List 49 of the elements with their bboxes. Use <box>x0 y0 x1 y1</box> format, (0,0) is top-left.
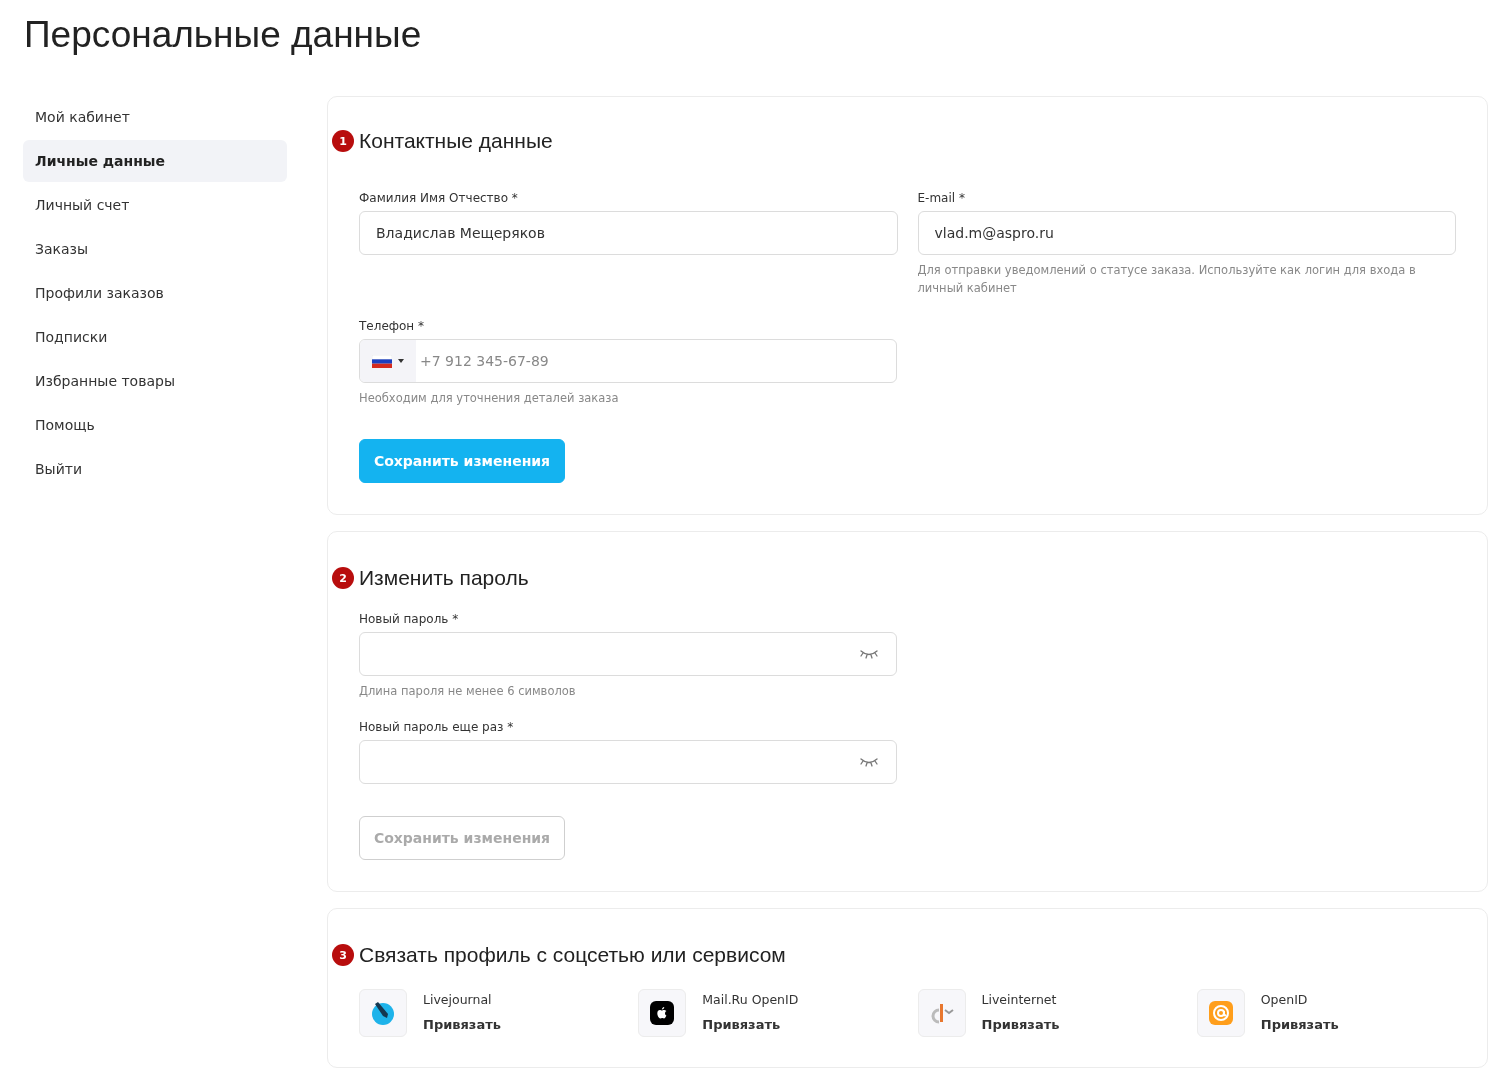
service-logo-tile[interactable] <box>359 989 407 1037</box>
password-input-field[interactable] <box>359 740 897 784</box>
apple-icon <box>650 1001 675 1025</box>
service-logo-tile[interactable] <box>638 989 687 1037</box>
pencil-circle-icon <box>371 1001 395 1025</box>
link-account-link[interactable]: Привязать <box>1260 1017 1339 1032</box>
phone-input-field[interactable]: +7 912 345-67-89 <box>359 339 897 383</box>
field-label: Фамилия Имя Отчество * <box>359 191 519 205</box>
name-input-field[interactable]: Владислав Мещеряков <box>359 211 898 255</box>
flag-icon <box>372 354 392 368</box>
country-selector[interactable] <box>360 340 416 382</box>
section-title: Изменить пароль <box>359 566 529 590</box>
caret-icon <box>398 359 404 363</box>
step-number-badge: 1 <box>332 130 354 152</box>
sidebar-item[interactable]: Помощь <box>23 404 287 446</box>
page-title: Персональные данные <box>24 13 423 57</box>
sidebar-item[interactable]: Подписки <box>23 316 287 358</box>
field-label: E-mail * <box>917 191 966 205</box>
section-title: Контактные данные <box>359 129 553 153</box>
sidebar-item[interactable]: Выйти <box>23 448 287 490</box>
sidebar-item[interactable]: Заказы <box>23 228 287 270</box>
section-title: Связать профиль с соцсетью или сервисом <box>359 943 786 967</box>
service-name: Mail.Ru OpenID <box>702 992 799 1007</box>
sidebar-item[interactable]: Личные данные <box>23 140 287 182</box>
service-logo-tile[interactable] <box>1196 989 1245 1037</box>
closed-eye-icon[interactable] <box>859 649 879 659</box>
service-name: OpenID <box>1260 992 1309 1007</box>
link-account-link[interactable]: Привязать <box>423 1017 501 1032</box>
at-sign-icon <box>1208 1001 1233 1025</box>
field-hint: Длина пароля не менее 6 символов <box>359 683 577 700</box>
service-name: Liveinternet <box>981 992 1058 1007</box>
service-logo-tile[interactable] <box>917 989 966 1037</box>
link-account-link[interactable]: Привязать <box>702 1017 799 1032</box>
closed-eye-icon[interactable] <box>859 757 879 767</box>
step-number-badge: 2 <box>332 567 354 589</box>
email-input-field[interactable]: vlad.m@aspro.ru <box>917 211 1456 255</box>
step-number-badge: 3 <box>332 944 354 966</box>
field-hint: Для отправки уведомлений о статусе заказа. Используйте как логин для входа в личный кабинет <box>917 262 1417 297</box>
sidebar-item[interactable]: Избранные товары <box>23 360 287 402</box>
service-name: Livejournal <box>423 992 493 1007</box>
field-label: Телефон * <box>359 319 426 333</box>
sidebar-item[interactable]: Профили заказов <box>23 272 287 314</box>
sidebar-item[interactable]: Личный счет <box>23 184 287 226</box>
link-account-link[interactable]: Привязать <box>981 1017 1060 1032</box>
password-input-field[interactable] <box>359 632 897 676</box>
field-label: Новый пароль еще раз * <box>359 720 515 734</box>
field-hint: Необходим для уточнения деталей заказа <box>359 390 620 407</box>
sidebar-item[interactable]: Мой кабинет <box>23 96 287 138</box>
field-label: Новый пароль * <box>359 612 460 626</box>
